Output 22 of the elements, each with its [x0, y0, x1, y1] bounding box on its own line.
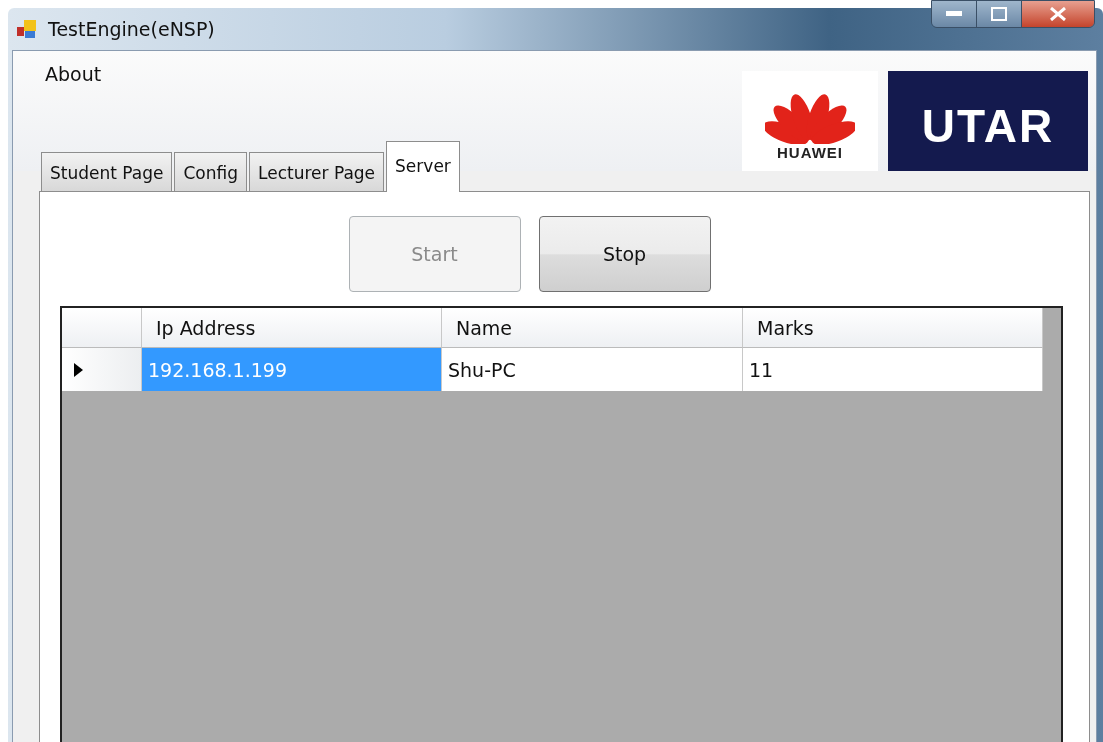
tab[interactable]: Lecturer Page: [249, 152, 385, 191]
table-cell[interactable]: Shu-PC: [442, 348, 743, 391]
maximize-button[interactable]: [977, 1, 1022, 27]
column-header[interactable]: Name: [442, 308, 743, 348]
stop-button[interactable]: Stop: [538, 216, 711, 292]
row-pointer-icon: [74, 362, 83, 377]
window-title: TestEngine(eNSP): [48, 18, 215, 40]
minimize-button[interactable]: [932, 1, 977, 27]
tab[interactable]: Server: [386, 141, 460, 192]
logo-text: HUAWEI: [777, 144, 843, 161]
maximize-icon: [991, 7, 1007, 21]
app-icon: [16, 18, 38, 40]
column-header[interactable]: Ip Address: [142, 308, 442, 348]
tab[interactable]: Student Page: [41, 152, 173, 191]
close-button[interactable]: [1022, 1, 1094, 27]
logo-text: UTAR: [921, 99, 1055, 153]
tab[interactable]: Config: [174, 152, 248, 191]
close-icon: [1049, 7, 1067, 21]
minimize-icon: [946, 11, 962, 17]
menu-item[interactable]: About: [39, 61, 108, 87]
table-cell[interactable]: 11: [743, 348, 1043, 391]
column-header[interactable]: Marks: [743, 308, 1043, 348]
